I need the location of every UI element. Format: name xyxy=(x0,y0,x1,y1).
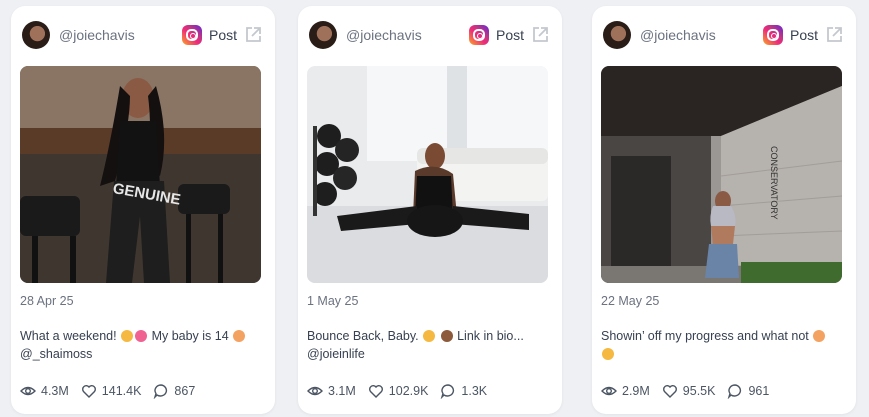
external-link-icon[interactable] xyxy=(243,25,263,45)
post-stats: 3.1M 102.9K 1.3K xyxy=(307,382,499,400)
instagram-icon xyxy=(763,25,783,45)
post-date: 22 May 25 xyxy=(601,294,660,308)
likes-count: 95.5K xyxy=(682,384,716,398)
mention-link[interactable]: @_shaimoss xyxy=(20,347,92,361)
avatar[interactable] xyxy=(603,21,631,49)
post-type-label: Post xyxy=(496,27,525,43)
avatar[interactable] xyxy=(309,21,337,49)
username[interactable]: @joiechavis xyxy=(640,27,716,43)
post-card[interactable]: @joiechavis Post 1 May 25 Bounce Back, B… xyxy=(298,6,562,414)
eye-icon xyxy=(307,386,323,396)
post-card[interactable]: @joiechavis Post GENUINE 28 Apr 25 What … xyxy=(11,6,275,414)
external-link-icon[interactable] xyxy=(530,25,550,45)
post-image[interactable]: GENUINE xyxy=(20,66,261,283)
heart-icon xyxy=(81,385,96,398)
comments-count: 867 xyxy=(174,384,196,398)
instagram-icon xyxy=(182,25,202,45)
username[interactable]: @joiechavis xyxy=(346,27,422,43)
heart-icon xyxy=(368,385,383,398)
post-type-label: Post xyxy=(790,27,819,43)
comments-count: 961 xyxy=(748,384,770,398)
post-caption: What a weekend! My baby is 14 @_shaimoss xyxy=(20,327,260,363)
post-image[interactable]: CONSERVATORY xyxy=(601,66,842,283)
comment-icon xyxy=(154,384,168,399)
instagram-icon xyxy=(469,25,489,45)
post-card[interactable]: @joiechavis Post CONSERVATORY 22 May 25 xyxy=(592,6,856,414)
svg-text:CONSERVATORY: CONSERVATORY xyxy=(769,146,779,220)
post-image[interactable] xyxy=(307,66,548,283)
likes-count: 141.4K xyxy=(101,384,142,398)
post-caption: Bounce Back, Baby. Link in bio... @joiei… xyxy=(307,329,524,361)
mention-link[interactable]: @joieinlife xyxy=(307,347,365,361)
likes-count: 102.9K xyxy=(388,384,429,398)
comments-count: 1.3K xyxy=(461,384,488,398)
post-date: 1 May 25 xyxy=(307,294,359,308)
views-count: 4.3M xyxy=(41,384,69,398)
post-caption: Showin’ off my progress and what not xyxy=(601,327,841,363)
post-stats: 4.3M 141.4K 867 xyxy=(20,382,207,400)
eye-icon xyxy=(20,386,36,396)
post-stats: 2.9M 95.5K 961 xyxy=(601,382,781,400)
eye-icon xyxy=(601,386,617,396)
heart-icon xyxy=(662,385,677,398)
views-count: 2.9M xyxy=(622,384,650,398)
avatar[interactable] xyxy=(22,21,50,49)
post-date: 28 Apr 25 xyxy=(20,294,74,308)
views-count: 3.1M xyxy=(328,384,356,398)
comment-icon xyxy=(728,384,742,399)
comment-icon xyxy=(441,384,455,399)
post-type-label: Post xyxy=(209,27,238,43)
username[interactable]: @joiechavis xyxy=(59,27,135,43)
external-link-icon[interactable] xyxy=(824,25,844,45)
